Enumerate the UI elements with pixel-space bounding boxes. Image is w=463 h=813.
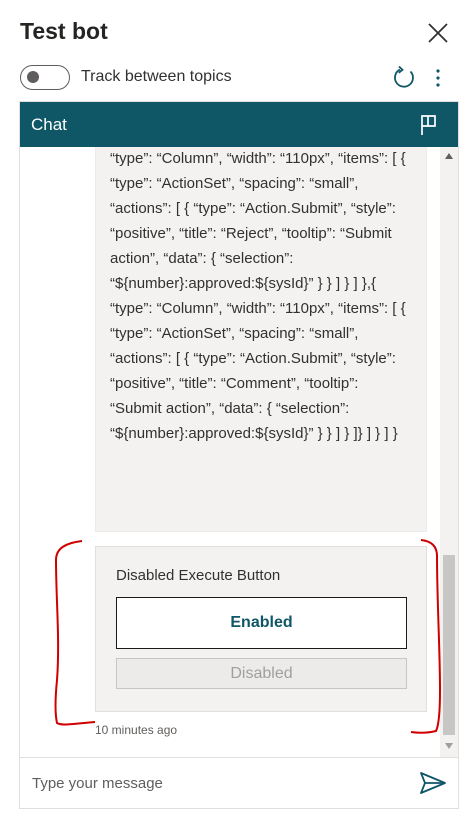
toggle-knob — [27, 70, 39, 83]
panel-title: Test bot — [20, 18, 108, 44]
track-topics-row: Track between topics — [20, 64, 232, 90]
adaptive-card: Disabled Execute Button Enabled Disabled — [95, 546, 427, 712]
refresh-icon[interactable] — [391, 65, 417, 91]
transcript-scrollbar[interactable] — [440, 147, 458, 757]
chat-header-label: Chat — [31, 115, 67, 134]
more-vertical-icon[interactable] — [432, 67, 444, 89]
disabled-button: Disabled — [116, 658, 407, 689]
enabled-button[interactable]: Enabled — [116, 597, 407, 649]
chat-panel: Chat “type”: “Column”, “width”: “110px”,… — [19, 101, 459, 809]
chat-header: Chat — [20, 102, 458, 147]
scroll-up-arrow-icon[interactable] — [445, 153, 453, 159]
flag-icon[interactable] — [417, 113, 441, 137]
send-icon[interactable] — [419, 770, 447, 796]
track-topics-toggle[interactable] — [20, 64, 70, 90]
chat-transcript[interactable]: “type”: “Column”, “width”: “110px”, “ite… — [20, 147, 440, 757]
message-input[interactable] — [32, 771, 402, 795]
scroll-down-arrow-icon[interactable] — [445, 743, 453, 749]
card-title: Disabled Execute Button — [116, 567, 281, 584]
close-icon[interactable] — [426, 21, 450, 45]
track-topics-label: Track between topics — [81, 68, 232, 85]
bot-message-text: “type”: “Column”, “width”: “110px”, “ite… — [110, 150, 406, 442]
bot-message-bubble: “type”: “Column”, “width”: “110px”, “ite… — [95, 147, 427, 532]
message-timestamp: 10 minutes ago — [95, 723, 178, 737]
message-input-area — [20, 757, 458, 808]
scrollbar-thumb[interactable] — [443, 555, 455, 735]
